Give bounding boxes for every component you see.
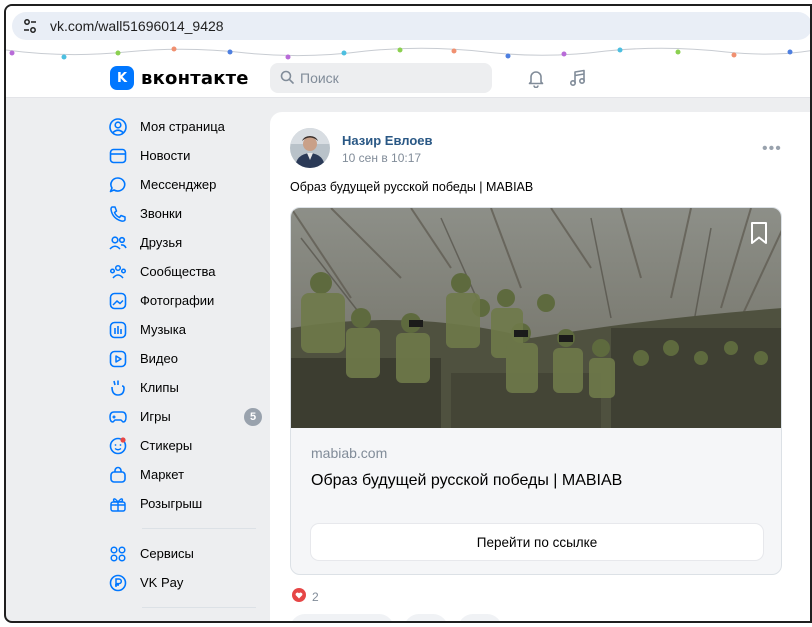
sidebar-item-photo[interactable]: Фотографии [106,286,262,315]
sidebar-item-label: Друзья [140,235,183,250]
sidebar-item-label: Музыка [140,322,186,337]
sidebar-item-chat-bubble[interactable]: Мессенджер [106,170,262,199]
sidebar-item-label: Сервисы [140,546,194,561]
sidebar-item-label: VK Pay [140,575,184,590]
newspaper-icon [108,146,128,166]
sticker-icon [108,436,128,456]
friends-icon [108,233,128,253]
phone-icon [108,204,128,224]
post-text: Образ будущей русской победы | MABIAB [290,180,534,194]
sidebar-item-gift[interactable]: Розыгрыш [106,489,262,518]
bookmark-icon[interactable] [747,220,771,246]
sidebar-item-video[interactable]: Видео [106,344,262,373]
music-icon [108,320,128,340]
sidebar-item-label: Сообщества [140,264,216,279]
sidebar-item-label: Игры [140,409,171,424]
sidebar-item-label: Новости [140,148,191,163]
left-nav: Моя страница Новости Мессенджер Звонки Друзь… [106,112,262,624]
sidebar-item-newspaper[interactable]: Новости [106,141,262,170]
post-card: Назир Евлоев 10 сен в 10:17 ••• Образ бу… [270,112,810,623]
search-placeholder: Поиск [300,70,339,86]
megaphone-icon [108,623,128,624]
snippet-title[interactable]: Образ будущей русской победы | MABIAB [311,472,622,490]
vk-logo-mark: K [110,66,134,90]
likes-summary[interactable]: 2 [292,588,319,605]
sidebar-item-label: Моя страница [140,119,225,134]
user-circle-icon [108,117,128,137]
communities-icon [108,262,128,282]
video-icon [108,349,128,369]
nav-divider [142,607,256,608]
chat-bubble-icon [108,175,128,195]
gift-icon [108,494,128,514]
open-link-button[interactable]: Перейти по ссылке [311,524,763,560]
snippet-image[interactable] [291,208,782,428]
likes-count: 2 [312,589,319,604]
vk-logo-text: вконтакте [141,67,249,89]
sidebar-item-gamepad[interactable]: Игры 5 [106,402,262,431]
url-field[interactable]: vk.com/wall51696014_9428 [12,12,810,40]
shopping-bag-icon [108,465,128,485]
sidebar-item-services-grid[interactable]: Сервисы [106,539,262,568]
vk-header: K вконтакте Поиск [6,46,810,98]
sidebar-item-friends[interactable]: Друзья [106,228,262,257]
tune-icon[interactable] [16,12,44,40]
sidebar-item-vk-pay[interactable]: VK Pay [106,568,262,597]
sidebar-item-megaphone[interactable]: Реклама [106,618,262,624]
sidebar-item-phone[interactable]: Звонки [106,199,262,228]
share-button[interactable] [458,614,502,623]
sidebar-item-label: Маркет [140,467,185,482]
sidebar-item-music[interactable]: Музыка [106,315,262,344]
sidebar-item-label: Розыгрыш [140,496,203,511]
heart-icon [292,588,306,605]
sidebar-item-user-circle[interactable]: Моя страница [106,112,262,141]
url-text[interactable]: vk.com/wall51696014_9428 [50,18,224,34]
gamepad-icon [108,407,128,427]
sidebar-item-communities[interactable]: Сообщества [106,257,262,286]
comment-button[interactable] [404,614,448,623]
browser-window: vk.com/wall51696014_9428 K вконтакте Пои… [4,4,812,623]
search-input[interactable]: Поиск [270,63,492,93]
sidebar-item-sticker[interactable]: Стикеры [106,431,262,460]
clips-icon [108,378,128,398]
heart-outline-icon [302,621,320,623]
bell-icon[interactable] [522,64,550,92]
sidebar-item-label: Стикеры [140,438,193,453]
post-author[interactable]: Назир Евлоев [342,133,433,148]
sidebar-item-label: Звонки [140,206,182,221]
avatar[interactable] [290,128,330,168]
search-icon [280,70,294,87]
link-snippet[interactable]: mabiab.com Образ будущей русской победы … [290,207,782,575]
vk-logo[interactable]: K вконтакте [110,66,249,90]
share-icon [470,621,488,623]
sidebar-item-label: Мессенджер [140,177,217,192]
sidebar-item-shopping-bag[interactable]: Маркет [106,460,262,489]
sidebar-item-clips[interactable]: Клипы [106,373,262,402]
snippet-domain: mabiab.com [311,445,388,461]
post-time[interactable]: 10 сен в 10:17 [342,151,421,165]
photo-icon [108,291,128,311]
sidebar-item-label: Клипы [140,380,179,395]
sidebar-item-label: Видео [140,351,178,366]
comment-icon [416,621,434,623]
sidebar-item-label: Фотографии [140,293,215,308]
more-options-icon[interactable]: ••• [762,140,782,158]
services-grid-icon [108,544,128,564]
browser-address-bar: vk.com/wall51696014_9428 [6,6,810,46]
music-note-icon[interactable] [564,64,592,92]
like-button[interactable] [290,614,394,623]
post-actions [290,614,512,623]
notification-badge: 5 [244,408,262,426]
nav-divider [142,528,256,529]
vk-pay-icon [108,573,128,593]
